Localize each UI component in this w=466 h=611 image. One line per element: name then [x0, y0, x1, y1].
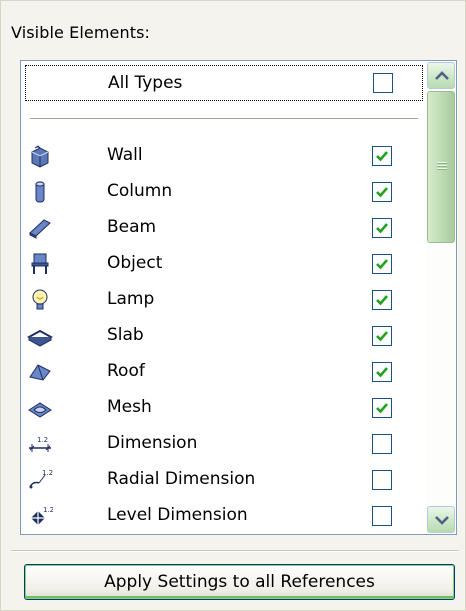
radial-dimension-icon: 1.2	[27, 467, 53, 493]
column-icon	[27, 179, 53, 205]
wall-icon	[27, 143, 53, 169]
all-types-checkbox[interactable]	[373, 73, 393, 93]
scroll-up-button[interactable]	[427, 62, 455, 89]
checkmark-icon	[376, 295, 388, 306]
element-type-list[interactable]: All Types Wall Column Beam Object Lamp Slab Ro…	[20, 60, 457, 535]
element-type-label: Dimension	[107, 433, 198, 453]
element-type-label: Slab	[107, 325, 144, 345]
slab-icon	[26, 323, 54, 349]
checkmark-icon	[376, 151, 388, 162]
section-title: Visible Elements:	[11, 23, 151, 42]
apply-settings-button[interactable]: Apply Settings to all References	[24, 564, 455, 600]
element-type-row[interactable]: Object	[21, 246, 431, 282]
checkmark-icon	[376, 259, 388, 270]
element-type-checkbox[interactable]	[372, 434, 392, 454]
all-types-label: All Types	[108, 73, 183, 93]
element-type-row[interactable]: Lamp	[21, 282, 431, 318]
lamp-icon	[27, 287, 53, 313]
element-type-checkbox[interactable]	[372, 326, 392, 346]
beam-icon	[27, 215, 53, 241]
svg-text:1.2: 1.2	[43, 506, 53, 514]
checkmark-icon	[376, 403, 388, 414]
list-scrollbar[interactable]	[426, 61, 456, 534]
thumb-grip	[437, 162, 447, 170]
element-type-checkbox[interactable]	[372, 362, 392, 382]
checkmark-icon	[376, 367, 388, 378]
mesh-icon	[27, 395, 53, 421]
element-type-checkbox[interactable]	[372, 254, 392, 274]
element-type-label: Radial Dimension	[107, 469, 256, 489]
element-type-label: Level Dimension	[107, 505, 248, 525]
element-type-row[interactable]: Beam	[21, 210, 431, 246]
checkmark-icon	[376, 331, 388, 342]
level-dimension-icon: 1.2	[27, 503, 54, 529]
scroll-down-button[interactable]	[427, 506, 455, 533]
object-icon	[27, 251, 53, 277]
element-type-label: Wall	[107, 145, 143, 165]
svg-text:1.2: 1.2	[37, 436, 48, 444]
element-type-label: Column	[107, 181, 173, 201]
element-type-row[interactable]: Mesh	[21, 390, 431, 426]
element-type-label: Beam	[107, 217, 157, 237]
element-type-label: Roof	[107, 361, 145, 381]
chevron-down-icon	[435, 516, 449, 525]
element-type-row[interactable]: 1.2 Dimension	[21, 426, 431, 462]
element-type-row[interactable]: Column	[21, 174, 431, 210]
footer-divider	[11, 550, 459, 551]
svg-text:1.2: 1.2	[42, 469, 53, 477]
element-type-checkbox[interactable]	[372, 398, 392, 418]
checkmark-icon	[376, 187, 388, 198]
element-type-checkbox[interactable]	[372, 506, 392, 526]
dimension-icon: 1.2	[27, 431, 53, 457]
element-type-checkbox[interactable]	[372, 470, 392, 490]
element-type-row[interactable]: 1.2 Radial Dimension	[21, 462, 431, 498]
element-type-checkbox[interactable]	[372, 146, 392, 166]
element-type-row[interactable]: Roof	[21, 354, 431, 390]
list-separator	[30, 118, 418, 119]
element-type-checkbox[interactable]	[372, 218, 392, 238]
element-type-label: Mesh	[107, 397, 152, 417]
element-type-row[interactable]: Wall	[21, 138, 431, 174]
roof-icon	[27, 359, 53, 385]
scroll-thumb[interactable]	[427, 91, 455, 243]
checkmark-icon	[376, 223, 388, 234]
chevron-up-icon	[435, 71, 449, 80]
all-types-row[interactable]: All Types	[25, 65, 423, 101]
element-type-checkbox[interactable]	[372, 290, 392, 310]
element-type-label: Lamp	[107, 289, 155, 309]
element-type-row[interactable]: 1.2 Level Dimension	[21, 498, 431, 534]
element-type-checkbox[interactable]	[372, 182, 392, 202]
element-type-label: Object	[107, 253, 163, 273]
element-type-row[interactable]: Slab	[21, 318, 431, 354]
visible-elements-panel: Visible Elements: All Types Wall Column Be…	[0, 0, 466, 611]
